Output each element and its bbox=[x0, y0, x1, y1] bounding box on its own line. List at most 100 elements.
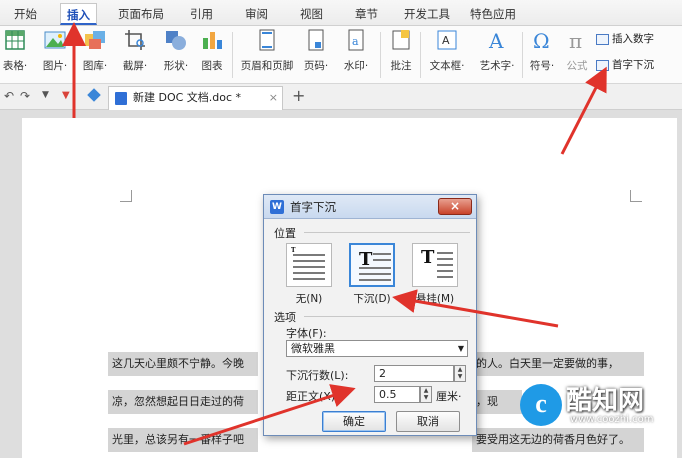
wps-app-icon: W bbox=[270, 200, 284, 214]
wordart-button[interactable]: A 艺术字· bbox=[476, 28, 518, 73]
tab-review[interactable]: 审阅 bbox=[239, 3, 274, 25]
margin-mark bbox=[630, 190, 642, 202]
cloud-icon[interactable] bbox=[87, 88, 101, 102]
tab-references[interactable]: 引用 bbox=[184, 3, 219, 25]
lines-value: 2 bbox=[379, 367, 386, 380]
symbol-icon: Ω bbox=[530, 28, 554, 53]
shape-icon bbox=[164, 28, 188, 52]
svg-text:Ω: Ω bbox=[533, 29, 550, 52]
textbox-button[interactable]: A 文本框· bbox=[426, 28, 468, 73]
page-number-label: 页码· bbox=[303, 60, 329, 72]
chart-button[interactable]: 图表 bbox=[198, 28, 226, 73]
font-select[interactable]: 微软雅黑 ▼ bbox=[286, 340, 468, 357]
textbox-label: 文本框· bbox=[429, 60, 465, 72]
lines-spinner[interactable]: ▲ ▼ bbox=[454, 365, 466, 382]
option-hanging-label: 悬挂(M) bbox=[415, 293, 455, 305]
comment-button[interactable]: 批注 bbox=[386, 28, 416, 73]
option-dropped-label: 下沉(D) bbox=[353, 293, 391, 305]
dialog-close-button[interactable]: × bbox=[438, 198, 472, 215]
option-dropped[interactable]: T bbox=[349, 243, 395, 287]
tab-view[interactable]: 视图 bbox=[294, 3, 329, 25]
tab-start[interactable]: 开始 bbox=[8, 3, 43, 25]
new-tab-icon[interactable]: + bbox=[292, 86, 305, 105]
wordart-label: 艺术字· bbox=[479, 60, 515, 72]
wordart-icon: A bbox=[485, 28, 509, 53]
header-footer-label: 页眉和页脚 bbox=[240, 60, 294, 72]
gallery-icon bbox=[83, 28, 107, 52]
picture-label: 图片· bbox=[42, 60, 68, 72]
formula-button[interactable]: π 公式 bbox=[562, 28, 592, 73]
drop-cap-dialog: W 首字下沉 × 位置 T 无(N) T 下沉(D) T 悬挂(M) 选项 字体… bbox=[263, 194, 477, 436]
tab-insert[interactable]: 插入 bbox=[60, 3, 97, 25]
comment-icon bbox=[389, 28, 413, 52]
insert-number-button[interactable]: 插入数字 bbox=[596, 31, 654, 47]
watermark-url: www.coozhi.com bbox=[570, 414, 654, 425]
tab-chapter[interactable]: 章节 bbox=[349, 3, 384, 25]
shape-button[interactable]: 形状· bbox=[158, 28, 194, 73]
table-icon bbox=[3, 28, 27, 52]
svg-text:A: A bbox=[442, 34, 450, 47]
dialog-title: 首字下沉 bbox=[290, 200, 336, 214]
textbox-icon: A bbox=[435, 28, 459, 52]
chart-icon bbox=[200, 28, 224, 52]
undo-icon[interactable]: ↶ bbox=[4, 89, 14, 103]
option-none[interactable]: T bbox=[286, 243, 332, 287]
font-label: 字体(F): bbox=[286, 327, 327, 340]
screenshot-icon bbox=[123, 28, 147, 52]
table-button[interactable]: 表格· bbox=[0, 28, 30, 73]
symbol-button[interactable]: Ω 符号· bbox=[526, 28, 558, 73]
distance-spinner[interactable]: ▲ ▼ bbox=[420, 386, 432, 403]
document-icon bbox=[115, 92, 127, 105]
watermark-label: 水印· bbox=[343, 60, 369, 72]
gallery-button[interactable]: 图库· bbox=[78, 28, 112, 73]
tab-developer[interactable]: 开发工具 bbox=[398, 3, 456, 25]
distance-input[interactable]: 0.5 bbox=[374, 386, 420, 403]
wps-logo-icon: ▼ bbox=[62, 90, 70, 101]
dialog-title-bar[interactable]: W 首字下沉 × bbox=[264, 195, 476, 219]
drop-cap-button[interactable]: 首字下沉 bbox=[596, 57, 654, 73]
font-value: 微软雅黑 bbox=[291, 342, 335, 355]
table-label: 表格· bbox=[2, 60, 28, 72]
header-footer-button[interactable]: 页眉和页脚 bbox=[238, 28, 296, 73]
option-none-label: 无(N) bbox=[295, 293, 323, 305]
picture-icon bbox=[43, 28, 67, 52]
chevron-down-icon: ▼ bbox=[457, 344, 464, 353]
ribbon: 表格· 图片· 图库· 截屏· 形状· 图表 页眉和页脚 页码· a 水印· 批… bbox=[0, 26, 682, 84]
svg-text:a: a bbox=[352, 35, 359, 48]
position-group-label: 位置 bbox=[274, 227, 296, 240]
screenshot-label: 截屏· bbox=[122, 60, 148, 72]
formula-label: 公式 bbox=[566, 60, 588, 72]
text-line: 凉，忽然想起日日走过的荷 bbox=[108, 390, 258, 414]
tab-page-layout[interactable]: 页面布局 bbox=[112, 3, 170, 25]
site-watermark: c 酷知网 www.coozhi.com bbox=[520, 378, 680, 448]
option-hanging[interactable]: T bbox=[412, 243, 458, 287]
drop-cap-icon bbox=[596, 59, 609, 71]
page-number-icon bbox=[304, 28, 328, 52]
text-line: 光里，总该另有一番样子吧 bbox=[108, 428, 258, 452]
document-tab[interactable]: 新建 DOC 文档.doc * × bbox=[108, 86, 283, 110]
chart-label: 图表 bbox=[201, 60, 223, 72]
page-number-button[interactable]: 页码· bbox=[300, 28, 332, 73]
header-footer-icon bbox=[255, 28, 279, 52]
watermark-button[interactable]: a 水印· bbox=[340, 28, 372, 73]
watermark-icon: a bbox=[344, 28, 368, 52]
lines-input[interactable]: 2 bbox=[374, 365, 454, 382]
insert-number-icon bbox=[596, 33, 609, 45]
tab-special[interactable]: 特色应用 bbox=[464, 3, 522, 25]
watermark-text: 酷知网 bbox=[566, 386, 645, 416]
dropdown-icon[interactable]: ▼ bbox=[42, 90, 49, 100]
tab-close-icon[interactable]: × bbox=[269, 87, 278, 109]
ribbon-separator bbox=[232, 32, 233, 78]
ribbon-separator bbox=[380, 32, 381, 78]
redo-icon[interactable]: ↷ bbox=[20, 89, 30, 103]
picture-button[interactable]: 图片· bbox=[38, 28, 72, 73]
ribbon-separator bbox=[420, 32, 421, 78]
ok-button[interactable]: 确定 bbox=[322, 411, 386, 432]
distance-unit-select[interactable]: 厘米· bbox=[436, 388, 462, 404]
screenshot-button[interactable]: 截屏· bbox=[118, 28, 152, 73]
document-tab-title: 新建 DOC 文档.doc * bbox=[133, 91, 242, 104]
group-divider bbox=[304, 316, 470, 317]
options-group-label: 选项 bbox=[274, 311, 296, 324]
svg-text:A: A bbox=[488, 29, 504, 52]
cancel-button[interactable]: 取消 bbox=[396, 411, 460, 432]
